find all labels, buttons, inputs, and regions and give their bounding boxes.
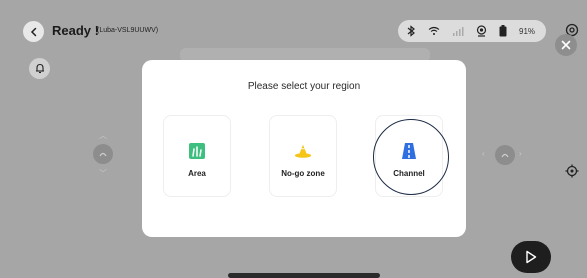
page-title: Ready ! (52, 23, 99, 38)
wifi-icon (428, 26, 440, 36)
chevron-up-icon[interactable]: ︿ (99, 130, 107, 141)
battery-icon (499, 25, 507, 37)
option-no-go-zone[interactable]: No-go zone (269, 115, 337, 197)
option-label: Area (188, 169, 206, 178)
bluetooth-icon (406, 25, 416, 37)
option-label: No-go zone (281, 169, 325, 178)
cone-icon (294, 142, 312, 160)
battery-level: 91% (519, 26, 536, 36)
location-icon (476, 25, 487, 37)
play-icon (526, 250, 537, 264)
left-joystick[interactable] (93, 144, 113, 164)
selection-ring (373, 119, 449, 195)
notification-button[interactable] (29, 58, 50, 79)
locate-button[interactable] (562, 161, 582, 181)
start-button[interactable] (511, 241, 551, 273)
device-name: (Luba-VSL9UUWV) (97, 27, 159, 34)
joystick-icon (99, 152, 107, 157)
right-joystick[interactable] (495, 145, 515, 165)
back-button[interactable] (23, 21, 44, 42)
chevron-down-icon[interactable]: ﹀ (99, 168, 107, 179)
chevron-left-icon (30, 27, 36, 36)
close-button[interactable] (555, 34, 577, 56)
grass-icon (188, 142, 206, 160)
home-indicator (228, 273, 380, 278)
close-icon (561, 40, 571, 50)
option-area[interactable]: Area (163, 115, 231, 197)
crosshair-icon (565, 164, 579, 178)
dialog-title: Please select your region (247, 81, 361, 92)
region-select-dialog: Please select your region Area No-go zon… (142, 60, 466, 237)
chevron-left-icon[interactable]: ‹ (482, 149, 485, 158)
chevron-right-icon[interactable]: › (519, 149, 522, 158)
bell-icon (35, 63, 44, 74)
joystick-icon (501, 153, 509, 158)
status-bar: 91% (398, 20, 546, 42)
cellular-signal-icon (452, 26, 464, 36)
